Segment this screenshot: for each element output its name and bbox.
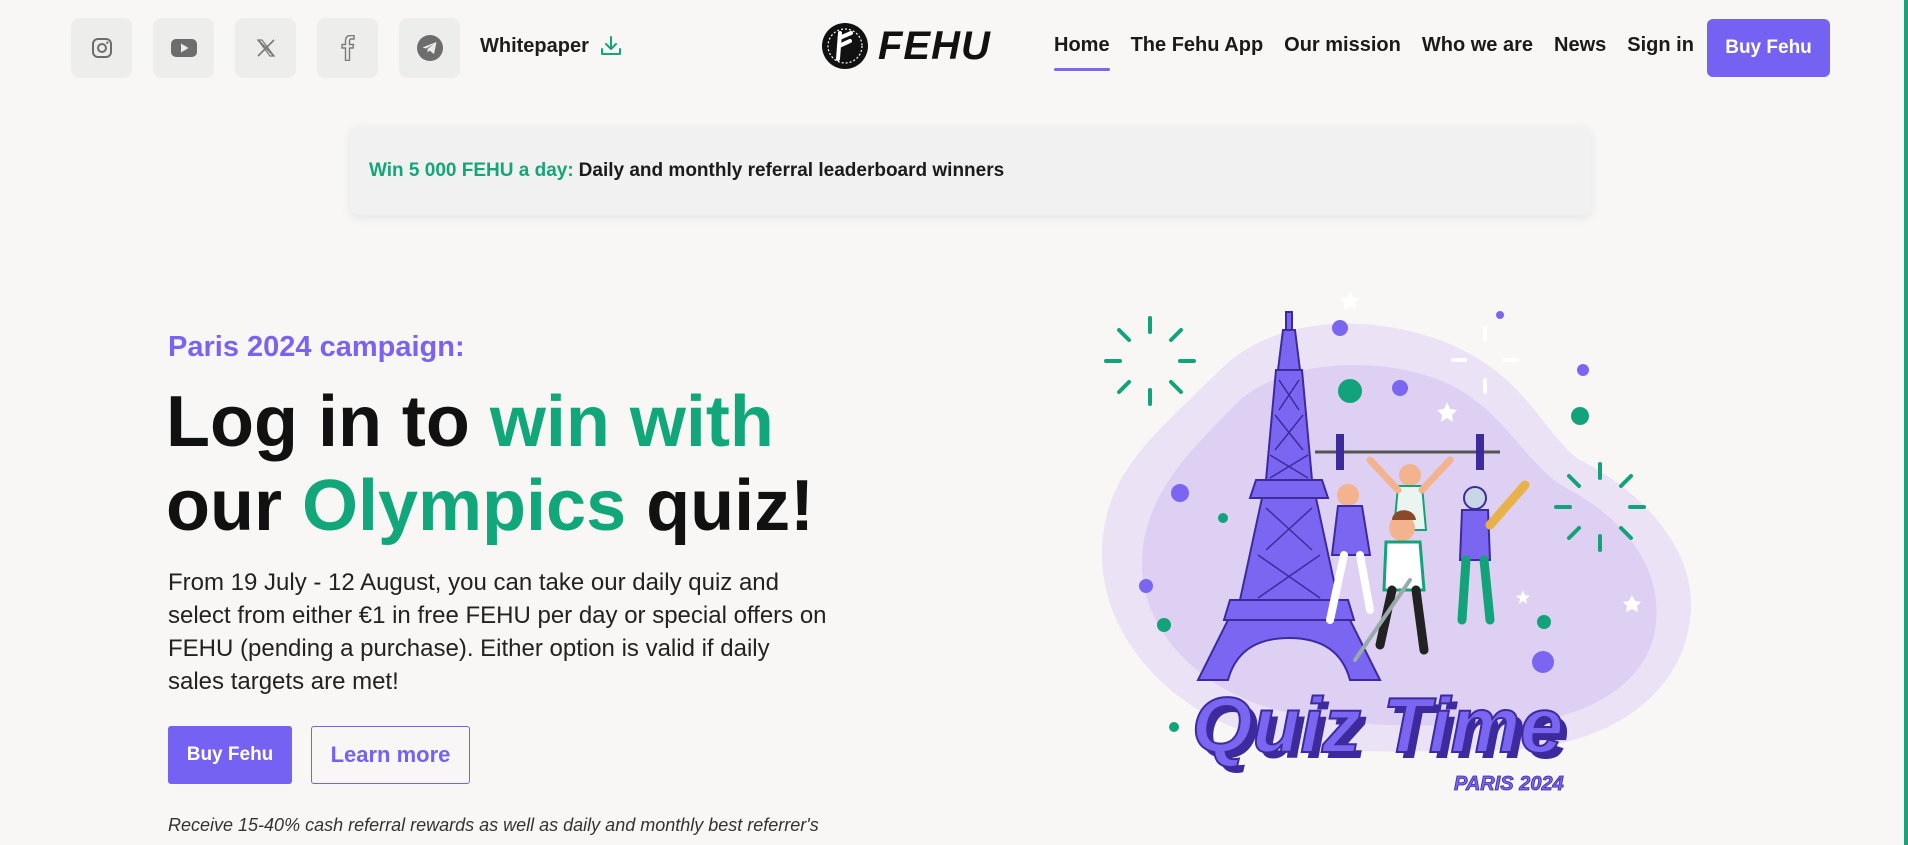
facebook-link[interactable] — [317, 18, 378, 78]
x-icon — [256, 39, 275, 57]
whitepaper-link[interactable]: Whitepaper — [480, 34, 623, 58]
hero-headline: Log in to win with our Olympics quiz! — [166, 380, 866, 548]
youtube-icon — [170, 39, 197, 57]
campaign-eyebrow: Paris 2024 campaign: — [168, 331, 465, 363]
telegram-link[interactable] — [399, 18, 460, 78]
hero-description: From 19 July - 12 August, you can take o… — [168, 569, 827, 695]
nav-sign-in[interactable]: Sign in — [1627, 34, 1694, 71]
nav-news[interactable]: News — [1554, 34, 1606, 71]
headline-part-2: win with — [489, 382, 774, 462]
social-links — [71, 18, 460, 78]
referral-banner[interactable]: Win 5 000 FEHU a day: Daily and monthly … — [350, 126, 1591, 215]
quiz-time-subtitle: PARIS 2024 — [1454, 773, 1564, 795]
facebook-icon — [340, 35, 355, 61]
headline-part-5: quiz! — [626, 466, 815, 546]
banner-highlight: Win 5 000 FEHU a day: — [369, 159, 574, 181]
nav-fehu-app[interactable]: The Fehu App — [1131, 34, 1264, 71]
whitepaper-label: Whitepaper — [480, 34, 589, 57]
buy-fehu-hero-button[interactable]: Buy Fehu — [168, 726, 292, 784]
quiz-time-illustration: Quiz Time Quiz Time PARIS 2024 — [1080, 280, 1700, 820]
telegram-icon — [416, 35, 443, 61]
download-icon — [600, 36, 621, 55]
referral-note: Receive 15-40% cash referral rewards as … — [168, 815, 819, 835]
headline-part-1: Log in to — [166, 382, 490, 462]
banner-text: Daily and monthly referral leaderboard w… — [578, 159, 1005, 181]
nav-home[interactable]: Home — [1054, 34, 1110, 71]
right-edge-accent — [1904, 0, 1908, 845]
fehu-logo[interactable]: FEHU — [820, 21, 991, 71]
main-nav: Home The Fehu App Our mission Who we are… — [1054, 34, 1694, 71]
headline-part-4: Olympics — [301, 466, 627, 546]
quiz-time-title: Quiz Time — [1192, 681, 1563, 769]
instagram-link[interactable] — [71, 18, 132, 78]
logo-text: FEHU — [878, 23, 991, 68]
learn-more-button[interactable]: Learn more — [311, 726, 470, 784]
x-link[interactable] — [235, 18, 296, 78]
instagram-icon — [91, 38, 112, 58]
nav-our-mission[interactable]: Our mission — [1284, 34, 1401, 71]
nav-who-we-are[interactable]: Who we are — [1422, 34, 1533, 71]
youtube-link[interactable] — [153, 18, 214, 78]
headline-part-3: our — [166, 466, 302, 546]
buy-fehu-header-button[interactable]: Buy Fehu — [1707, 19, 1830, 77]
fehu-logo-icon — [822, 23, 868, 69]
paris-illustration-graphic: Quiz Time Quiz Time PARIS 2024 — [1101, 290, 1692, 795]
site-header: Whitepaper FEHU Home The Fehu App Our mi… — [0, 0, 1908, 95]
